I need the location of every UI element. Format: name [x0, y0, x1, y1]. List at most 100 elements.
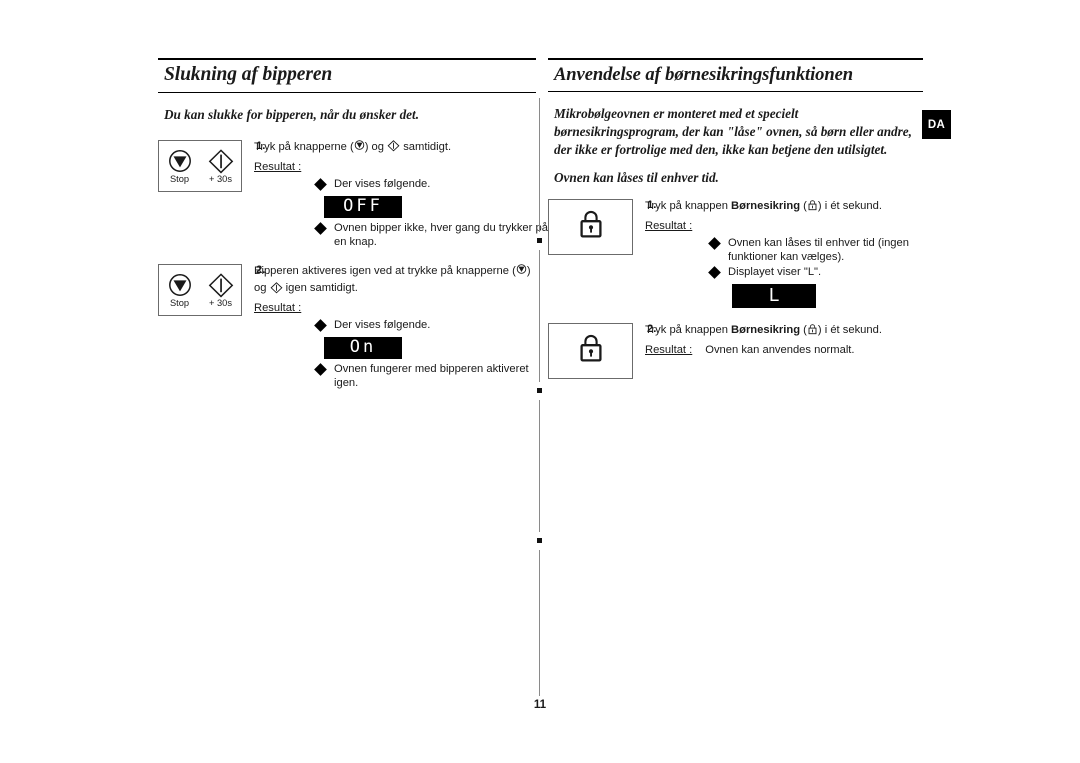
right-step-2-instruction: Tryk på knappen Børnesikring () i ét sek…: [645, 323, 923, 340]
bullet-item: Displayet viser "L".: [708, 265, 923, 280]
left-step-2-result-label: Resultat :: [254, 302, 302, 315]
stop-button-icon: [166, 149, 194, 175]
right-section-heading: Anvendelse af børnesikringsfunktionen: [548, 58, 923, 92]
left-step-2-button-panel: Stop + 30s: [158, 263, 242, 316]
right-step-1: 1. Tryk på knappen Børnesikring () i ét …: [548, 198, 923, 311]
right-step-1-button-panel[interactable]: [548, 198, 633, 255]
stop-button-icon: [166, 273, 194, 299]
left-step-2-bullets: Der vises følgende. On Ovnen fungerer me…: [254, 318, 549, 391]
plus-30s-key-label: + 30s: [208, 174, 232, 185]
left-step-1-result-label: Resultat :: [254, 161, 302, 174]
right-heading-text: Anvendelse af børnesikringsfunktionen: [554, 64, 854, 86]
right-step-1-instruction: Tryk på knappen Børnesikring () i ét sek…: [645, 199, 923, 216]
left-intro-text: Du kan slukke for bipperen, når du ønske…: [164, 106, 419, 122]
plus-30s-button-icon: [207, 273, 235, 299]
right-step-2-instr-suffix: ) i ét sekund.: [817, 323, 882, 336]
right-step-1-number: 1.: [647, 198, 657, 211]
inline-plus-30s-icon: [387, 140, 400, 155]
left-step-2-display-text: On: [349, 337, 377, 358]
page-number: 11: [533, 698, 547, 711]
right-step-2-button-panel[interactable]: [548, 322, 633, 379]
plus-30s-key[interactable]: + 30s: [204, 149, 238, 184]
left-step-1: Stop + 30s 1. Tryk på knapperne ( ) og sa…: [158, 139, 548, 250]
diamond-bullet-icon: [314, 319, 327, 333]
left-column: Slukning af bipperen Du kan slukke for b…: [158, 58, 548, 391]
left-step-1-display-text: OFF: [343, 196, 383, 217]
right-step-1-instr-bold: Børnesikring: [731, 199, 801, 212]
left-step-1-instr-prefix: Tryk på knapperne (: [254, 140, 354, 153]
bullet-item: Der vises følgende.: [314, 318, 549, 333]
left-step-2-instr-l2-suffix: igen samtidigt.: [285, 282, 358, 294]
inline-plus-30s-icon: [270, 281, 283, 297]
divider-dot: [536, 388, 542, 393]
manual-page: Slukning af bipperen Du kan slukke for b…: [0, 0, 1080, 763]
inline-child-lock-icon: [807, 324, 818, 338]
left-step-1-number: 1.: [256, 139, 266, 152]
column-divider-segment: [539, 550, 541, 696]
diamond-bullet-icon: [708, 266, 721, 279]
right-intro-text-2: Ovnen kan låses til enhver tid.: [554, 169, 719, 185]
left-step-2-number: 2.: [256, 263, 266, 276]
bullet-text: Ovnen kan låses til enhver tid (ingen fu…: [728, 236, 909, 264]
left-step-2-instr-mid: ): [526, 264, 531, 277]
left-step-1-instr-suffix: samtidigt.: [403, 140, 452, 153]
left-step-2-instr-l2-prefix: og: [254, 282, 267, 294]
bullet-item: Ovnen bipper ikke, hver gang du trykker …: [314, 221, 549, 250]
language-badge: DA: [922, 110, 951, 139]
diamond-bullet-icon: [314, 362, 327, 376]
child-lock-button-icon: [576, 331, 606, 370]
bullet-item: Ovnen fungerer med bipperen aktiveret ig…: [314, 362, 549, 391]
right-step-1-instr-prefix: Tryk på knappen: [645, 199, 728, 212]
left-section-heading: Slukning af bipperen: [158, 58, 536, 93]
right-step-1-result-label: Resultat :: [645, 219, 693, 232]
inline-stop-icon: [516, 264, 527, 279]
left-step-1-instr-mid: ) og: [364, 140, 384, 153]
stop-key-label: Stop: [169, 174, 190, 185]
inline-stop-icon: [354, 140, 365, 155]
bullet-text: Ovnen bipper ikke, hver gang du trykker …: [334, 221, 548, 249]
left-step-1-instruction: Tryk på knapperne ( ) og samtidigt.: [254, 140, 549, 157]
child-lock-button-icon: [576, 207, 606, 246]
right-step-1-instr-suffix: ) i ét sekund.: [817, 199, 882, 212]
bullet-text: Ovnen fungerer med bipperen aktiveret ig…: [334, 362, 529, 390]
diamond-bullet-icon: [314, 178, 327, 191]
stop-key[interactable]: Stop: [163, 273, 197, 308]
column-divider-segment: [539, 98, 541, 232]
left-step-2-display: On: [324, 336, 402, 359]
inline-child-lock-icon: [807, 200, 818, 214]
left-step-2-instruction-line2: og igen samtidigt.: [254, 281, 549, 298]
left-step-2-body: Bipperen aktiveres igen ved at trykke på…: [242, 264, 549, 391]
left-step-1-display: OFF: [324, 195, 402, 218]
right-step-2-number: 2.: [647, 322, 657, 335]
left-step-2-instruction: Bipperen aktiveres igen ved at trykke på…: [254, 264, 549, 281]
stop-key[interactable]: Stop: [163, 149, 197, 184]
plus-30s-key[interactable]: + 30s: [204, 273, 238, 308]
left-step-2: Stop + 30s 2. Bipperen aktiveres igen ve…: [158, 263, 536, 391]
right-intro-text: Mikrobølgeovnen er monteret med et speci…: [554, 105, 912, 157]
left-step-1-button-panel: Stop + 30s: [158, 139, 242, 192]
diamond-bullet-icon: [314, 221, 327, 235]
right-step-2-result-label: Resultat :: [645, 343, 693, 356]
right-step-2-instr-bold: Børnesikring: [731, 323, 801, 336]
heading-rule-bottom: [548, 90, 923, 92]
divider-dot: [536, 238, 542, 243]
heading-rule-bottom: [158, 91, 536, 93]
plus-30s-button-icon: [207, 149, 235, 175]
left-heading-text: Slukning af bipperen: [164, 64, 333, 86]
bullet-text: Der vises følgende.: [334, 319, 431, 332]
bullet-item: Ovnen kan låses til enhver tid (ingen fu…: [708, 236, 923, 265]
right-step-1-display-text: L: [768, 284, 780, 306]
right-step-1-body: Tryk på knappen Børnesikring () i ét sek…: [633, 199, 923, 311]
right-step-2-instr-prefix: Tryk på knappen: [645, 323, 728, 336]
left-step-2-instr-prefix: Bipperen aktiveres igen ved at trykke på…: [254, 264, 516, 277]
bullet-text: Displayet viser "L".: [728, 266, 822, 279]
column-divider-segment: [539, 250, 541, 382]
right-step-2-body: Tryk på knappen Børnesikring () i ét sek…: [633, 323, 923, 358]
plus-30s-key-label: + 30s: [208, 298, 232, 309]
diamond-bullet-icon: [708, 237, 721, 250]
bullet-item: Der vises følgende.: [314, 177, 549, 192]
right-column: Anvendelse af børnesikringsfunktionen Mi…: [548, 58, 923, 379]
divider-dot: [536, 538, 542, 543]
stop-key-label: Stop: [169, 298, 190, 309]
bullet-text: Der vises følgende.: [334, 178, 431, 191]
